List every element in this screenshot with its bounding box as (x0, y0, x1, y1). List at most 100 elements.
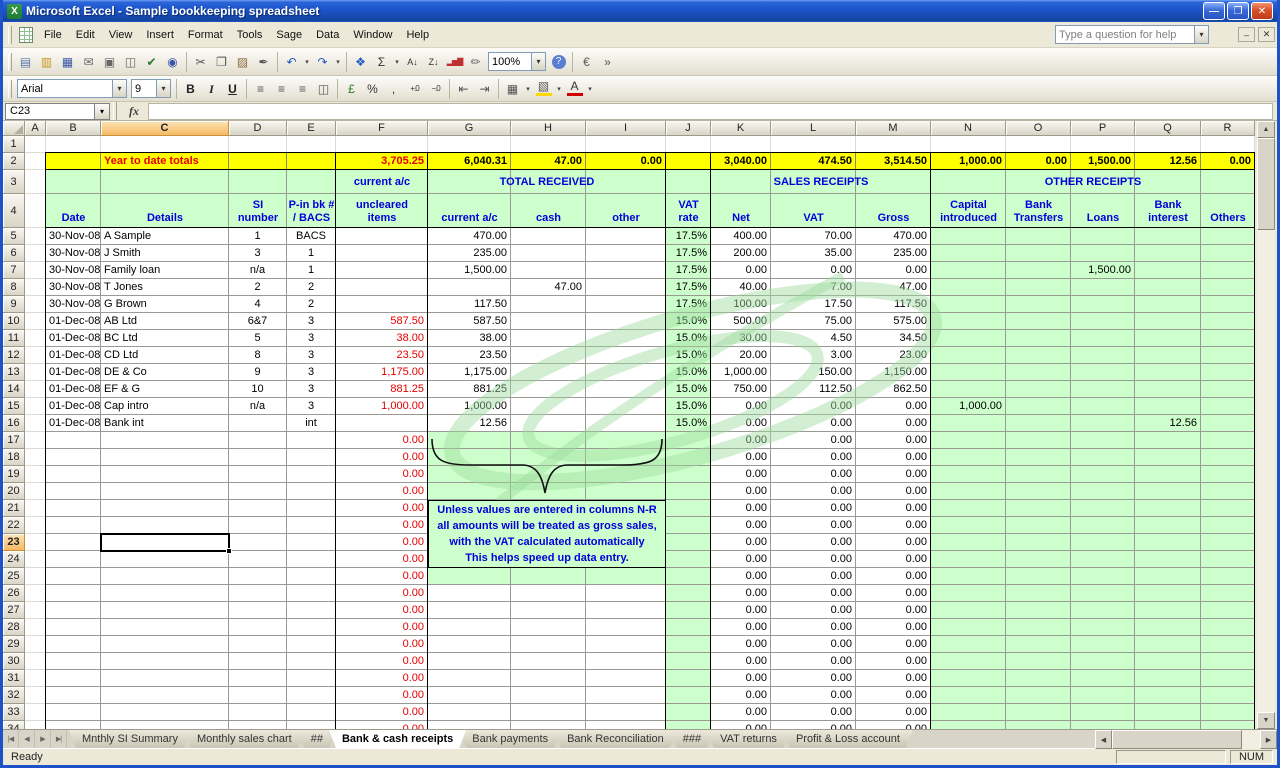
cell-F24[interactable]: 0.00 (336, 551, 428, 568)
cell-J26[interactable] (666, 585, 711, 602)
cell-B17[interactable] (46, 432, 101, 449)
cell-C6[interactable]: J Smith (101, 245, 229, 262)
horizontal-scrollbar[interactable]: ◀ ▶ (1095, 730, 1277, 749)
euro-button[interactable]: € (576, 51, 597, 72)
cell-P15[interactable] (1071, 398, 1135, 415)
cell-H29[interactable] (511, 636, 586, 653)
cell-N20[interactable] (931, 483, 1006, 500)
cell-O8[interactable] (1006, 279, 1071, 296)
cell-B11[interactable]: 01-Dec-08 (46, 330, 101, 347)
row-header-24[interactable]: 24 (3, 551, 25, 568)
cell-G27[interactable] (428, 602, 511, 619)
cell-M30[interactable]: 0.00 (856, 653, 931, 670)
cell-B33[interactable] (46, 704, 101, 721)
cell-Q25[interactable] (1135, 568, 1201, 585)
cell-A18[interactable] (25, 449, 46, 466)
cell-C22[interactable] (101, 517, 229, 534)
cell-F26[interactable]: 0.00 (336, 585, 428, 602)
cell-M7[interactable]: 0.00 (856, 262, 931, 279)
cell-N30[interactable] (931, 653, 1006, 670)
cell-H27[interactable] (511, 602, 586, 619)
menu-window[interactable]: Window (346, 26, 399, 44)
cut-button[interactable]: ✂ (190, 51, 211, 72)
cell-Q26[interactable] (1135, 585, 1201, 602)
cell-R22[interactable] (1201, 517, 1255, 534)
sheet-tab-bank-payments[interactable]: Bank payments (459, 730, 561, 748)
cell-K12[interactable]: 20.00 (711, 347, 771, 364)
cell-C21[interactable] (101, 500, 229, 517)
cell-C17[interactable] (101, 432, 229, 449)
cell-L13[interactable]: 150.00 (771, 364, 856, 381)
cell-E29[interactable] (287, 636, 336, 653)
cell-P22[interactable] (1071, 517, 1135, 534)
cell-Q18[interactable] (1135, 449, 1201, 466)
cell-H28[interactable] (511, 619, 586, 636)
bold-button[interactable]: B (180, 78, 201, 99)
cell-R17[interactable] (1201, 432, 1255, 449)
cell-D24[interactable] (229, 551, 287, 568)
cell-L2[interactable]: 474.50 (771, 153, 856, 170)
cell-O15[interactable] (1006, 398, 1071, 415)
cell-R1[interactable] (1201, 136, 1255, 153)
fill-color-dropdown[interactable]: ▾ (554, 78, 564, 99)
column-header-O[interactable]: O (1006, 121, 1071, 136)
decrease-decimal-button[interactable]: −.0 (425, 78, 446, 99)
cell-P9[interactable] (1071, 296, 1135, 313)
cell-D10[interactable]: 6&7 (229, 313, 287, 330)
cell-R8[interactable] (1201, 279, 1255, 296)
cell-B20[interactable] (46, 483, 101, 500)
cell-Q22[interactable] (1135, 517, 1201, 534)
cell-C31[interactable] (101, 670, 229, 687)
cell-H33[interactable] (511, 704, 586, 721)
row-header-18[interactable]: 18 (3, 449, 25, 466)
cell-P11[interactable] (1071, 330, 1135, 347)
cell-Q12[interactable] (1135, 347, 1201, 364)
comma-button[interactable]: , (383, 78, 404, 99)
cell-D25[interactable] (229, 568, 287, 585)
cell-G29[interactable] (428, 636, 511, 653)
cell-L20[interactable]: 0.00 (771, 483, 856, 500)
column-header-K[interactable]: K (711, 121, 771, 136)
cell-M26[interactable]: 0.00 (856, 585, 931, 602)
cell-H15[interactable] (511, 398, 586, 415)
cell-J6[interactable]: 17.5% (666, 245, 711, 262)
menu-tools[interactable]: Tools (230, 26, 270, 44)
row-header-15[interactable]: 15 (3, 398, 25, 415)
cell-Q32[interactable] (1135, 687, 1201, 704)
cell-A19[interactable] (25, 466, 46, 483)
cell-F8[interactable] (336, 279, 428, 296)
row-header-1[interactable]: 1 (3, 136, 25, 153)
formatting-toolbar-grip[interactable] (8, 80, 12, 98)
merge-center-button[interactable]: ◫ (313, 78, 334, 99)
row-header-6[interactable]: 6 (3, 245, 25, 262)
cell-D6[interactable]: 3 (229, 245, 287, 262)
cell-D20[interactable] (229, 483, 287, 500)
cell-Q5[interactable] (1135, 228, 1201, 245)
cell-A15[interactable] (25, 398, 46, 415)
cell-G9[interactable]: 117.50 (428, 296, 511, 313)
cell-P7[interactable]: 1,500.00 (1071, 262, 1135, 279)
cell-I25[interactable] (586, 568, 666, 585)
cell-B3[interactable] (46, 170, 101, 194)
cell-A26[interactable] (25, 585, 46, 602)
cell-F14[interactable]: 881.25 (336, 381, 428, 398)
cell-J16[interactable]: 15.0% (666, 415, 711, 432)
cell-D1[interactable] (229, 136, 287, 153)
cell-O19[interactable] (1006, 466, 1071, 483)
cell-R12[interactable] (1201, 347, 1255, 364)
row-header-2[interactable]: 2 (3, 153, 25, 170)
cell-O26[interactable] (1006, 585, 1071, 602)
cell-A14[interactable] (25, 381, 46, 398)
cell-A31[interactable] (25, 670, 46, 687)
cell-B10[interactable]: 01-Dec-08 (46, 313, 101, 330)
row-header-33[interactable]: 33 (3, 704, 25, 721)
cell-K27[interactable]: 0.00 (711, 602, 771, 619)
cell-P18[interactable] (1071, 449, 1135, 466)
drawing-button[interactable]: ✏ (465, 51, 486, 72)
cell-B15[interactable]: 01-Dec-08 (46, 398, 101, 415)
cell-E21[interactable] (287, 500, 336, 517)
cell-G12[interactable]: 23.50 (428, 347, 511, 364)
font-color-dropdown[interactable]: ▾ (585, 78, 595, 99)
cell-H12[interactable] (511, 347, 586, 364)
cell-F19[interactable]: 0.00 (336, 466, 428, 483)
